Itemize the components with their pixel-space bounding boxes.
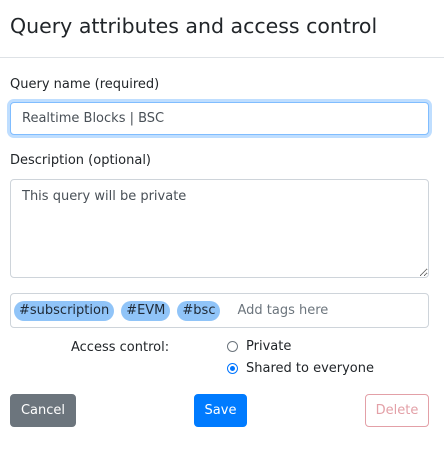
shared-radio[interactable] — [227, 363, 238, 374]
tags-input[interactable] — [235, 302, 390, 319]
tag-chip[interactable]: #subscription — [14, 300, 115, 321]
query-name-input[interactable] — [10, 102, 429, 135]
description-textarea[interactable]: This query will be private — [10, 179, 429, 278]
delete-button[interactable]: Delete — [365, 394, 429, 427]
description-label: Description (optional) — [10, 153, 152, 168]
access-option-shared[interactable]: Shared to everyone — [227, 361, 374, 376]
access-option-private[interactable]: Private — [227, 339, 291, 354]
modal-header: Query attributes and access control — [0, 0, 444, 58]
tag-chip[interactable]: #bsc — [177, 300, 221, 321]
query-attributes-modal: Query attributes and access control Quer… — [0, 0, 444, 460]
cancel-button[interactable]: Cancel — [10, 394, 76, 427]
tag-chip[interactable]: #EVM — [121, 300, 171, 321]
shared-radio-label: Shared to everyone — [246, 361, 375, 376]
access-control-label: Access control: — [71, 340, 170, 355]
private-radio-label: Private — [246, 339, 292, 354]
query-name-label: Query name (required) — [10, 77, 160, 92]
modal-title: Query attributes and access control — [10, 14, 378, 38]
tags-field[interactable]: #subscription #EVM #bsc — [10, 293, 429, 328]
private-radio[interactable] — [227, 341, 238, 352]
save-button[interactable]: Save — [194, 394, 247, 427]
